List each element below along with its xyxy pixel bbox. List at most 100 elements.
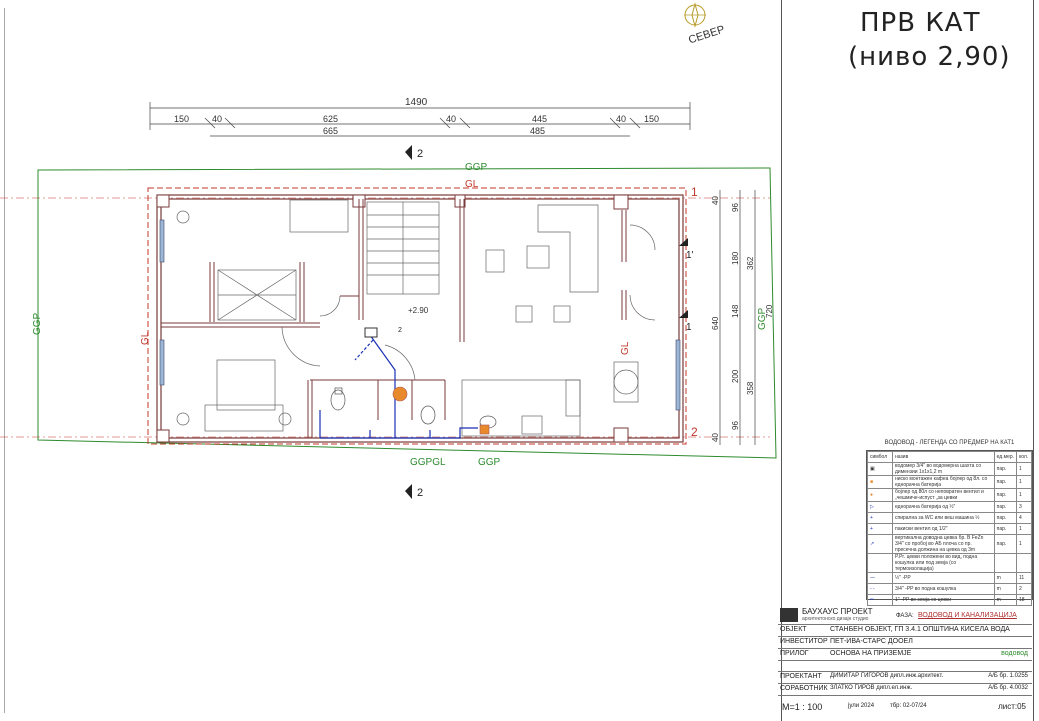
dim-right-1: 40 (711, 196, 720, 205)
designer-value: ДИМИТАР ГИГОРОВ дипл.инж.архитект. (830, 673, 944, 679)
axis-label-1: 1 (691, 185, 698, 199)
dim-top-2: 40 (212, 114, 222, 124)
dim-right-2: 96 (731, 203, 740, 212)
title-block-investor-row: ИНВЕСТИТОР ПЕТ-ИВА-СТАРС ДООЕЛ (778, 637, 1032, 649)
legend-col-name: назив (892, 451, 995, 463)
legend-symbol-pipe-dashed-icon: - - (867, 583, 893, 595)
legend-row: + спирална за WC или веш машина ½ пар. 4 (867, 512, 1032, 524)
legend-symbol-pipe-ground-icon: ═ (867, 594, 893, 606)
title-block: БАУХАУС ПРОЕКТ архитектонско дизајн студ… (778, 606, 1032, 714)
date: јули 2024 (848, 703, 875, 709)
investor-label: ИНВЕСТИТОР (780, 638, 828, 645)
plot-boundary (37, 167, 777, 459)
legend-row: — ½" -PP m 11 (867, 572, 1032, 584)
dim-top-5: 445 (532, 114, 547, 124)
legend-symbol-spiral-icon: + (867, 512, 893, 524)
company-logo-icon (780, 608, 798, 622)
legend-symbol-riser-icon: ↗ (867, 534, 893, 554)
dim-top-7: 150 (644, 114, 659, 124)
tbr: тбр: 02-07/24 (890, 703, 927, 709)
dim-right-5: 200 (731, 369, 740, 383)
ggp-label-bottom: GGP (478, 457, 501, 468)
svg-text:2: 2 (417, 487, 423, 499)
legend-row: P.Pr. цевки положени во вид, подна кошул… (867, 553, 1032, 573)
title-block-appendix-row: ПРИЛОГ ОСНОВА НА ПРИЗЕМЈЕ водовод (778, 649, 1032, 661)
sheet-title: ПРВ КАТ (860, 8, 981, 38)
legend-header-row: симбол назив ед.мер. кол. (867, 451, 1032, 463)
dim-right-3: 180 (731, 251, 740, 265)
bathroom-fixtures (330, 387, 497, 429)
title-block-object-row: ОБЈЕКТ СТАНБЕН ОБЈЕКТ, ГП 3.4.1 ОПШТИНА … (778, 625, 1032, 637)
legend-row: ▣ водомер 3/4" во водомерна шахта со диме… (867, 462, 1032, 476)
company-name: БАУХАУС ПРОЕКТ (802, 607, 873, 616)
water-meter-icon (364, 327, 378, 338)
gl-label-left: GL (140, 331, 151, 345)
floor-plan: 1490 150 40 625 40 445 40 150 665 485 GG… (0, 97, 777, 499)
legend-row: - -3/4" -PP во подна кошулка m 2 (867, 583, 1032, 595)
legend-row: ▷ еднорачна батерија од ½" пар. 3 (867, 501, 1032, 513)
sheet-frame-right-edge (1033, 0, 1034, 721)
dim-right-overall: 640 (711, 316, 720, 330)
legend-row: ■ нискo монтажен кафеа бојлер од 8л. со е… (867, 475, 1032, 489)
legend-row: ● бојлер од 80л со неповратен вентил и „ч… (867, 488, 1032, 502)
sheet-subtitle: (ниво 2,90) (848, 42, 1011, 72)
boiler-icon (392, 386, 408, 402)
ggp-gl-label-bottom: GGPGL (410, 457, 446, 468)
dim-right-6: 96 (731, 421, 740, 430)
legend-symbol-heater-icon: ■ (867, 475, 893, 489)
sheet-number: лист:05 (998, 702, 1026, 711)
water-supply-pipes (319, 334, 478, 439)
level-mark: +2.90 (408, 306, 429, 315)
title-block-footer-row: M=1 : 100 јули 2024 тбр: 02-07/24 лист:0… (778, 702, 1032, 713)
dim-overall: 1490 (405, 97, 428, 108)
object-label: ОБЈЕКТ (780, 626, 807, 633)
section-marker-1prime: 1' (679, 238, 694, 261)
dim-second-2: 485 (530, 126, 545, 136)
appendix-value: ОСНОВА НА ПРИЗЕМЈЕ (830, 650, 912, 657)
object-value: СТАНБЕН ОБЈЕКТ, ГП 3.4.1 ОПШТИНА КИСЕЛА … (830, 626, 1010, 633)
legend-symbol-mixer-icon: ▷ (867, 501, 893, 513)
dim-top-3: 625 (323, 114, 338, 124)
designer-license: А/Б бр. 1.0255 (988, 673, 1028, 679)
svg-text:2: 2 (417, 148, 423, 160)
windows (159, 219, 681, 411)
building-line (147, 187, 687, 445)
dim-right-4: 148 (731, 304, 740, 318)
ggp-label-top: GGP (465, 162, 488, 173)
dim-right-8: 362 (746, 256, 755, 270)
associate-license: А/Б бр. 4.0032 (988, 685, 1028, 691)
legend-col-symbol: симбол (867, 451, 893, 463)
dim-top-1: 150 (174, 114, 189, 124)
legend-symbol-valve-icon: + (867, 523, 893, 535)
investor-value: ПЕТ-ИВА-СТАРС ДООЕЛ (830, 638, 913, 645)
associate-label: СОРАБОТНИК (780, 685, 828, 692)
dim-second-1: 665 (323, 126, 338, 136)
furniture (176, 199, 656, 437)
appendix-label: ПРИЛОГ (780, 650, 809, 657)
title-block-spacer-row (778, 661, 1032, 672)
ggp-label-left: GGP (32, 312, 43, 335)
title-block-designer-row: ПРОЕКТАНТ ДИМИТАР ГИГОРОВ дипл.инж.архит… (778, 672, 1032, 684)
legend-symbol-boiler-icon: ● (867, 488, 893, 502)
legend-row: ↗ вертикална доводна цевка бр. В FeZn 3/4… (867, 534, 1032, 554)
phase-label: ФАЗА: (896, 613, 914, 619)
gl-label-top: GL (465, 179, 479, 190)
appendix-right: водовод (1001, 650, 1028, 657)
phase-value: ВОДОВОД И КАНАЛИЗАЦИЈА (918, 612, 1017, 619)
title-block-company-row: БАУХАУС ПРОЕКТ архитектонско дизајн студ… (778, 606, 1032, 625)
legend-col-unit: ед.мер. (993, 451, 1018, 463)
associate-value: ЗЛАТКО ГИРОВ дипл.ел.инж. (830, 685, 913, 691)
dim-right-overall2: 720 (765, 304, 774, 318)
dim-top-6: 40 (616, 114, 626, 124)
axis-label-2: 2 (691, 425, 698, 439)
section-marker-top: 2 (405, 145, 423, 160)
legend-symbol-meter-icon: ▣ (867, 462, 893, 476)
legend-row: ═ 1" -PP во земја со цевки m 18 (867, 594, 1032, 606)
scale: M=1 : 100 (782, 702, 823, 712)
designer-label: ПРОЕКТАНТ (780, 673, 822, 680)
interior-walls (161, 199, 627, 438)
dim-top-4: 40 (446, 114, 456, 124)
gl-label-right: GL (620, 341, 631, 355)
legend-symbol-pipe-solid-icon: — (867, 572, 893, 584)
stair-note: 2 (398, 327, 402, 334)
